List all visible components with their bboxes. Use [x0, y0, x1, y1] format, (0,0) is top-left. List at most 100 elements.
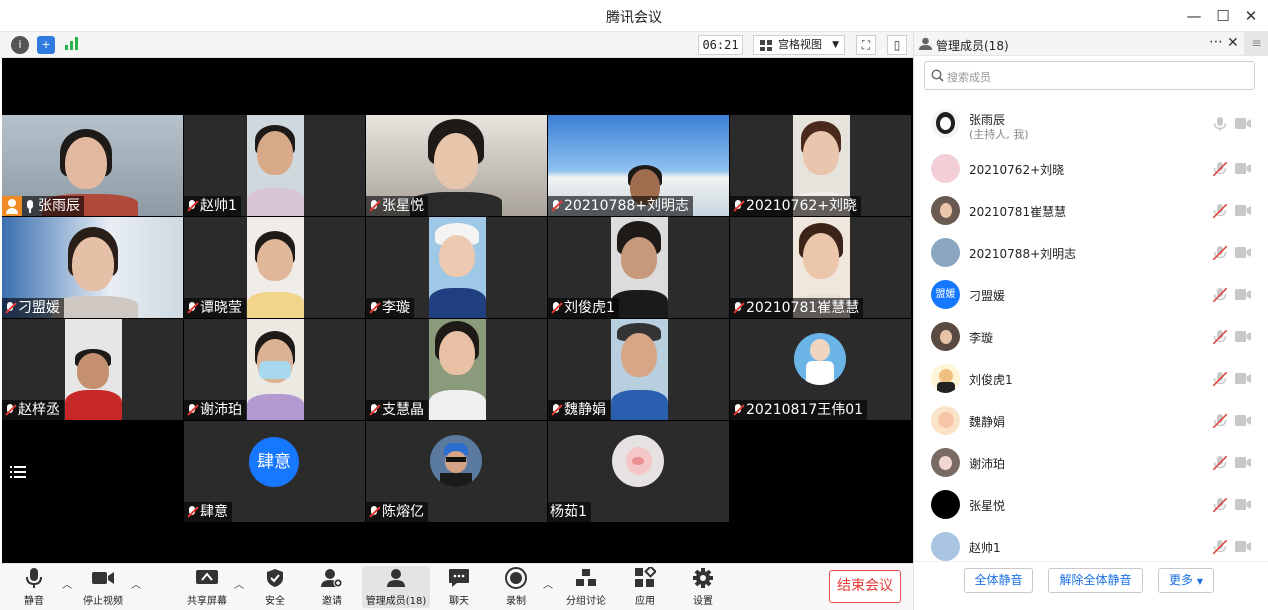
member-row[interactable]: 刘俊虎1 [914, 358, 1268, 400]
record-button[interactable]: 录制 [486, 566, 546, 607]
member-role: (主持人, 我) [969, 128, 1029, 141]
mic-muted-icon [1213, 498, 1227, 512]
member-row[interactable]: 谢沛珀 [914, 442, 1268, 484]
member-row[interactable]: 张雨辰 (主持人, 我) [914, 103, 1268, 145]
camera-icon [1235, 499, 1251, 510]
mic-muted-icon [186, 199, 198, 213]
member-row[interactable]: 20210788+刘明志 [914, 232, 1268, 274]
participant-name: 杨茹1 [550, 504, 587, 520]
more-button[interactable]: 更多 ▼ [1158, 568, 1214, 593]
breakout-button[interactable]: 分组讨论 [556, 566, 616, 607]
mute-all-button[interactable]: 全体静音 [964, 568, 1033, 593]
meeting-controls: 静音 ︿ 停止视频 ︿ 共享屏幕 ︿ 安全 邀请 管理成员(18) 聊天 录制 … [0, 563, 913, 610]
fullscreen-button[interactable]: ⛶ [856, 35, 876, 55]
participant-name: 赵帅1 [200, 198, 237, 214]
video-tile[interactable]: 谢沛珀 [184, 319, 365, 420]
video-tile[interactable]: 20210781崔慧慧 [730, 217, 911, 318]
video-tile[interactable]: 刁盟媛 [2, 217, 183, 318]
apps-button[interactable]: 应用 [615, 566, 675, 607]
unmute-all-button[interactable]: 解除全体静音 [1048, 568, 1143, 593]
participant-avatar [430, 435, 482, 487]
maximize-icon[interactable]: ☐ [1212, 6, 1234, 26]
invite-button[interactable]: 邀请 [302, 566, 362, 607]
member-row[interactable]: 魏静娟 [914, 400, 1268, 442]
chevron-up-icon[interactable]: ︿ [62, 576, 72, 591]
info-icon[interactable]: i [11, 36, 29, 54]
chat-label: 聊天 [449, 596, 469, 607]
search-members-input[interactable]: 搜索成员 [924, 61, 1255, 90]
minimize-icon[interactable]: — [1183, 6, 1205, 26]
member-avatar: 盟媛 [931, 280, 960, 309]
shield-icon[interactable]: + [37, 36, 55, 54]
more-label: 更多 [1169, 573, 1194, 587]
apps-icon [635, 567, 656, 587]
stop-video-button[interactable]: 停止视频 [73, 566, 133, 607]
invite-label: 邀请 [322, 596, 342, 607]
video-tile[interactable]: 赵帅1 [184, 115, 365, 216]
chevron-up-icon[interactable]: ︿ [234, 576, 244, 591]
video-tile[interactable]: 陈熔亿 [366, 421, 547, 522]
member-avatar [931, 238, 960, 267]
close-icon[interactable]: ✕ [1240, 6, 1262, 26]
member-row[interactable]: 盟媛 刁盟媛 [914, 274, 1268, 316]
video-tile[interactable]: 刘俊虎1 [548, 217, 729, 318]
end-meeting-button[interactable]: 结束会议 [829, 570, 901, 603]
video-tile[interactable]: 20210788+刘明志 [548, 115, 729, 216]
member-avatar [931, 532, 960, 561]
video-tile[interactable]: 20210762+刘晓 [730, 115, 911, 216]
settings-button[interactable]: 设置 [673, 566, 733, 607]
participant-name: 谢沛珀 [200, 402, 242, 418]
video-tile[interactable]: 张星悦 [366, 115, 547, 216]
member-row[interactable]: 李璇 [914, 316, 1268, 358]
participant-name: 陈熔亿 [382, 504, 424, 520]
member-avatar [931, 448, 960, 477]
member-row[interactable]: 20210781崔慧慧 [914, 190, 1268, 232]
sidebar-toggle-button[interactable]: ▯ [887, 35, 907, 55]
video-tile[interactable]: 赵梓丞 [2, 319, 183, 420]
participant-name-bar: 谢沛珀 [184, 400, 246, 420]
apps-label: 应用 [635, 596, 655, 607]
participant-name: 20210762+刘晓 [746, 198, 857, 214]
list-icon[interactable] [10, 464, 30, 484]
video-tile[interactable]: 杨茹1 [548, 421, 729, 522]
participant-name-bar: 魏静娟 [548, 400, 610, 420]
mic-muted-icon [1213, 540, 1227, 554]
video-tile[interactable]: 魏静娟 [548, 319, 729, 420]
member-row[interactable]: 张星悦 [914, 484, 1268, 526]
video-grid: 张雨辰 赵帅1 张星悦 20210788+刘明志 20210762+刘晓 刁盟媛… [2, 58, 913, 563]
mute-button[interactable]: 静音 [4, 566, 64, 607]
more-options-icon[interactable]: ⋯ [1209, 34, 1223, 50]
chevron-up-icon[interactable]: ︿ [131, 576, 141, 591]
shield-icon [267, 569, 283, 587]
mic-muted-icon [1213, 456, 1227, 470]
menu-icon[interactable]: ≡ [1244, 32, 1268, 56]
chevron-up-icon[interactable]: ︿ [543, 576, 553, 591]
mute-label: 静音 [24, 596, 44, 607]
video-tile[interactable]: 张雨辰 [2, 115, 183, 216]
title-bar: 腾讯会议 — ☐ ✕ [0, 0, 1268, 32]
chat-button[interactable]: 聊天 [429, 566, 489, 607]
signal-icon[interactable] [63, 36, 81, 54]
member-row[interactable]: 赵帅1 [914, 526, 1268, 561]
participant-name: 李璇 [382, 300, 410, 316]
share-screen-label: 共享屏幕 [187, 596, 227, 607]
mic-muted-icon [1213, 372, 1227, 386]
participant-name: 赵梓丞 [18, 402, 60, 418]
record-icon [505, 567, 527, 589]
security-button[interactable]: 安全 [245, 566, 305, 607]
members-icon [387, 569, 405, 587]
mic-muted-icon [550, 403, 562, 417]
video-tile[interactable]: 肆意 肆意 [184, 421, 365, 522]
view-mode-select[interactable]: 宫格视图 ▼ [753, 35, 845, 55]
video-tile[interactable]: 支慧晶 [366, 319, 547, 420]
camera-icon [1235, 415, 1251, 426]
manage-members-button[interactable]: 管理成员(18) [362, 566, 430, 608]
video-tile[interactable]: 20210817王伟01 [730, 319, 911, 420]
participant-name-bar: 赵梓丞 [2, 400, 64, 420]
video-tile[interactable]: 谭晓莹 [184, 217, 365, 318]
close-panel-icon[interactable]: ✕ [1227, 35, 1239, 51]
video-tile[interactable]: 李璇 [366, 217, 547, 318]
member-row[interactable]: 20210762+刘晓 [914, 148, 1268, 190]
participant-name: 张雨辰 [38, 198, 80, 214]
share-screen-button[interactable]: 共享屏幕 [177, 566, 237, 607]
